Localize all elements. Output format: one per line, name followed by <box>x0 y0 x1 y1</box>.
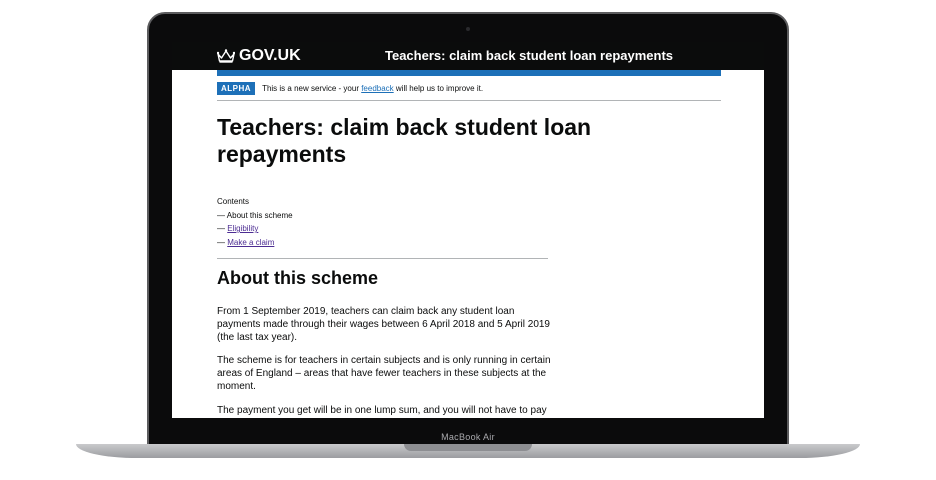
contents-label: Contents <box>217 197 250 206</box>
page-title: Teachers: claim back student loan repaym… <box>217 114 592 167</box>
camera-icon <box>466 27 470 31</box>
crown-icon <box>217 49 235 63</box>
logo-text: GOV.UK <box>239 47 301 64</box>
contents-item: — Eligibility <box>217 222 293 236</box>
browser-screen: GOV.UK Teachers: claim back student loan… <box>172 42 764 418</box>
contents-dash: — <box>217 210 225 220</box>
body-paragraph: The scheme is for teachers in certain su… <box>217 355 551 392</box>
contents-link-make-a-claim[interactable]: Make a claim <box>227 238 274 247</box>
body-paragraph: From 1 September 2019, teachers can clai… <box>217 306 550 343</box>
phase-text-after: will help us to improve it. <box>393 84 484 93</box>
phase-text-before: This is a new service - your <box>262 84 362 93</box>
contents-item: — Make a claim <box>217 236 293 250</box>
contents-list: Contents — About this scheme — Eligibili… <box>217 195 293 249</box>
contents-link-eligibility[interactable]: Eligibility <box>227 224 258 233</box>
contents-dash: — <box>217 224 225 233</box>
phase-tag: ALPHA <box>217 82 256 95</box>
laptop-notch <box>404 444 532 451</box>
service-name-link[interactable]: Teachers: claim back student loan repaym… <box>385 48 673 63</box>
body-paragraph: The payment you get will be in one lump … <box>217 405 547 416</box>
device-model-label: MacBook Air <box>441 432 495 442</box>
header-blue-bar <box>217 70 721 76</box>
feedback-link[interactable]: feedback <box>361 84 393 93</box>
govuk-logo[interactable]: GOV.UK <box>217 47 301 65</box>
section-divider <box>217 258 548 259</box>
contents-item: — About this scheme <box>217 209 293 223</box>
govuk-header: GOV.UK Teachers: claim back student loan… <box>172 42 764 70</box>
contents-item-current: About this scheme <box>226 210 293 220</box>
section-heading: About this scheme <box>217 268 379 288</box>
phase-divider <box>217 100 721 101</box>
contents-dash: — <box>217 237 225 247</box>
phase-banner: ALPHA This is a new service - your feedb… <box>217 82 483 95</box>
phase-banner-text: This is a new service - your feedback wi… <box>262 84 483 93</box>
